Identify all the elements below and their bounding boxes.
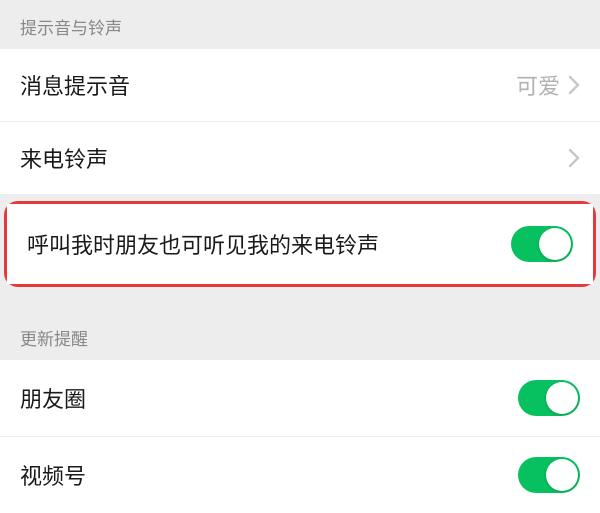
row-label: 来电铃声	[20, 142, 568, 174]
chevron-right-icon	[568, 75, 580, 95]
section-spacer	[0, 293, 600, 311]
settings-list-sound: 消息提示音 可爱 来电铃声	[0, 49, 600, 195]
toggle-switch[interactable]	[518, 380, 580, 416]
row-moments[interactable]: 朋友圈	[0, 360, 600, 437]
toggle-switch[interactable]	[511, 226, 573, 262]
row-label: 呼叫我时朋友也可听见我的来电铃声	[27, 228, 511, 260]
row-message-sound[interactable]: 消息提示音 可爱	[0, 49, 600, 122]
row-channels[interactable]: 视频号	[0, 437, 600, 513]
highlighted-row-container: 呼叫我时朋友也可听见我的来电铃声	[4, 201, 596, 287]
row-label: 朋友圈	[20, 382, 518, 414]
settings-list-updates: 朋友圈 视频号	[0, 360, 600, 513]
row-label: 消息提示音	[20, 69, 516, 101]
row-label: 视频号	[20, 459, 518, 491]
section-header-sound: 提示音与铃声	[0, 0, 600, 49]
row-ringtone[interactable]: 来电铃声	[0, 122, 600, 195]
row-value: 可爱	[516, 69, 560, 101]
section-header-updates: 更新提醒	[0, 311, 600, 360]
row-friends-hear-ringtone[interactable]: 呼叫我时朋友也可听见我的来电铃声	[7, 204, 593, 284]
toggle-switch[interactable]	[518, 457, 580, 493]
chevron-right-icon	[568, 148, 580, 168]
